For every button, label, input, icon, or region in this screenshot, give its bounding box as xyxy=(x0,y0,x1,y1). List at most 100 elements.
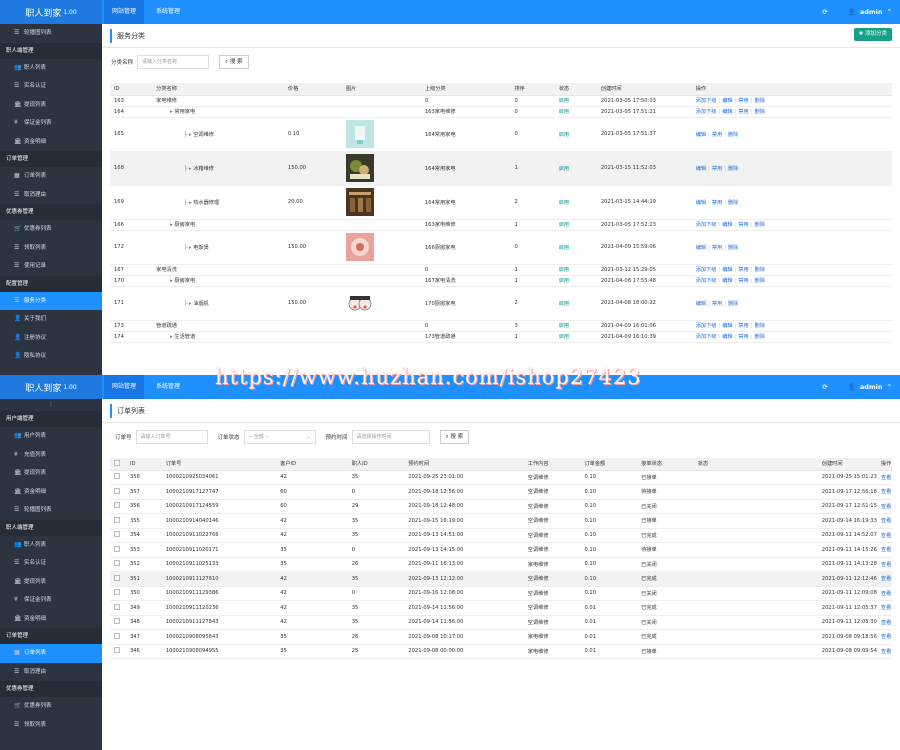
cell-action[interactable]: 查看 xyxy=(876,644,892,659)
action-link[interactable]: 编辑 xyxy=(722,323,732,329)
row-checkbox[interactable] xyxy=(110,484,126,500)
action-link[interactable]: 禁用 xyxy=(712,301,722,307)
action-link[interactable]: 删除 xyxy=(755,334,765,340)
chevron-up-icon[interactable]: ⌃ xyxy=(887,8,892,16)
row-checkbox[interactable] xyxy=(110,499,126,514)
action-link[interactable]: 添加下级 xyxy=(696,334,717,340)
action-link[interactable]: 编辑 xyxy=(722,278,732,284)
action-link[interactable]: 添加下级 xyxy=(696,98,717,104)
cell-action[interactable]: 查看 xyxy=(876,571,892,587)
action-link[interactable]: 禁用 xyxy=(738,267,748,273)
row-checkbox[interactable] xyxy=(110,542,126,558)
action-link[interactable]: 禁用 xyxy=(738,334,748,340)
action-link[interactable]: 删除 xyxy=(755,278,765,284)
action-link[interactable]: 禁用 xyxy=(712,132,722,138)
cell-action[interactable]: 查看 xyxy=(876,513,892,529)
action-link[interactable]: 编辑 xyxy=(696,301,706,307)
sidebar-item[interactable]: ▦ 订单列表 xyxy=(0,167,102,186)
sidebar-item[interactable]: 🏛 提现列表 xyxy=(0,573,102,592)
cell-action[interactable]: 查看 xyxy=(876,600,892,616)
action-link[interactable]: 编辑 xyxy=(722,98,732,104)
action-link[interactable]: 禁用 xyxy=(712,166,722,172)
action-link[interactable]: 删除 xyxy=(755,323,765,329)
sidebar-item[interactable]: 🏛 资金明细 xyxy=(0,483,102,502)
cell-action[interactable]: 查看 xyxy=(876,615,892,630)
admin-menu[interactable]: admin xyxy=(860,8,883,16)
cell-action[interactable]: 查看 xyxy=(876,557,892,572)
sidebar-item[interactable]: ☰ 取消理由 xyxy=(0,663,102,682)
sidebar-item[interactable]: 🛒 优惠券列表 xyxy=(0,220,102,239)
collapse-handle-icon[interactable]: ⋮ xyxy=(0,399,102,411)
action-link[interactable]: 禁用 xyxy=(738,323,748,329)
row-checkbox[interactable] xyxy=(110,470,126,485)
action-link[interactable]: 禁用 xyxy=(738,278,748,284)
order-status-select[interactable]: -- 全部 -- ⌄ xyxy=(243,430,316,444)
row-checkbox[interactable] xyxy=(110,586,126,601)
action-link[interactable]: 删除 xyxy=(755,98,765,104)
sidebar-item[interactable]: 🏛 提现列表 xyxy=(0,464,102,483)
row-checkbox[interactable] xyxy=(110,571,126,587)
sidebar-item[interactable]: ▦ 订单列表 xyxy=(0,644,102,663)
cell-action[interactable]: 查看 xyxy=(876,470,892,485)
action-link[interactable]: 添加下级 xyxy=(696,222,717,228)
row-checkbox[interactable] xyxy=(110,629,126,645)
action-link[interactable]: 禁用 xyxy=(738,98,748,104)
sidebar-item[interactable]: ☰ 领取列表 xyxy=(0,716,102,735)
cell-action[interactable]: 查看 xyxy=(876,528,892,543)
search-button[interactable]: ⌕ 搜 索 xyxy=(439,430,470,444)
action-link[interactable]: 禁用 xyxy=(738,222,748,228)
sidebar-item[interactable]: 🏛 提现列表 xyxy=(0,96,102,115)
row-checkbox[interactable] xyxy=(110,615,126,630)
action-link[interactable]: 删除 xyxy=(728,245,738,251)
sidebar-item[interactable]: ☰ 使用记录 xyxy=(0,257,102,276)
action-link[interactable]: 删除 xyxy=(755,222,765,228)
sidebar-item[interactable]: ☰ 实名认证 xyxy=(0,77,102,96)
row-checkbox[interactable] xyxy=(110,528,126,543)
action-link[interactable]: 添加下级 xyxy=(696,323,717,329)
sidebar-item[interactable]: 👤 注册协议 xyxy=(0,329,102,348)
tab-system-management[interactable]: 系统管理 xyxy=(148,375,188,399)
action-link[interactable]: 禁用 xyxy=(712,200,722,206)
action-link[interactable]: 编辑 xyxy=(696,132,706,138)
cell-action[interactable]: 查看 xyxy=(876,586,892,601)
action-link[interactable]: 禁用 xyxy=(738,109,748,115)
action-link[interactable]: 删除 xyxy=(755,267,765,273)
sidebar-item[interactable]: 👥 职人列表 xyxy=(0,59,102,78)
tab-site-management[interactable]: 网站管理 xyxy=(104,0,145,24)
add-category-button[interactable]: ✚ 添加分类 xyxy=(853,28,892,41)
search-button[interactable]: ⌕ 搜 索 xyxy=(219,55,249,69)
row-checkbox[interactable] xyxy=(110,644,126,659)
sidebar-item[interactable]: ☰ 轮播图列表 xyxy=(0,24,102,43)
action-link[interactable]: 添加下级 xyxy=(696,267,717,273)
row-checkbox[interactable] xyxy=(110,557,126,572)
refresh-icon[interactable]: ⟳ xyxy=(822,8,827,16)
tab-site-management[interactable]: 网站管理 xyxy=(104,375,145,399)
sidebar-item[interactable]: 🛒 优惠券列表 xyxy=(0,697,102,716)
cell-action[interactable]: 查看 xyxy=(876,499,892,514)
cell-action[interactable]: 查看 xyxy=(876,542,892,558)
sidebar-item[interactable]: ☰ 服务分类 xyxy=(0,291,102,310)
sidebar-item[interactable]: ☰ 取消理由 xyxy=(0,186,102,205)
action-link[interactable]: 删除 xyxy=(755,109,765,115)
row-checkbox[interactable] xyxy=(110,513,126,529)
action-link[interactable]: 编辑 xyxy=(696,245,706,251)
action-link[interactable]: 编辑 xyxy=(722,109,732,115)
sidebar-item[interactable]: ¥ 保证金列表 xyxy=(0,114,102,133)
sidebar-item[interactable]: 🏛 资金明细 xyxy=(0,133,102,152)
order-no-input[interactable]: 请输入订单号 xyxy=(135,430,208,444)
action-link[interactable]: 添加下级 xyxy=(696,278,717,284)
cell-action[interactable]: 查看 xyxy=(876,484,892,500)
sidebar-item[interactable]: 👤 关于我们 xyxy=(0,310,102,329)
logo[interactable]: 职人到家 1.00 xyxy=(0,0,102,24)
row-checkbox[interactable] xyxy=(110,600,126,616)
sidebar-item[interactable]: 👥 用户列表 xyxy=(0,427,102,446)
sidebar-item[interactable]: 👥 职人列表 xyxy=(0,536,102,555)
select-all-checkbox[interactable] xyxy=(110,458,126,471)
action-link[interactable]: 删除 xyxy=(728,132,738,138)
action-link[interactable]: 编辑 xyxy=(696,200,706,206)
cell-action[interactable]: 查看 xyxy=(876,629,892,645)
action-link[interactable]: 禁用 xyxy=(712,245,722,251)
action-link[interactable]: 删除 xyxy=(728,166,738,172)
logo[interactable]: 职人到家 1.00 xyxy=(0,375,102,399)
tab-system-management[interactable]: 系统管理 xyxy=(148,0,188,24)
